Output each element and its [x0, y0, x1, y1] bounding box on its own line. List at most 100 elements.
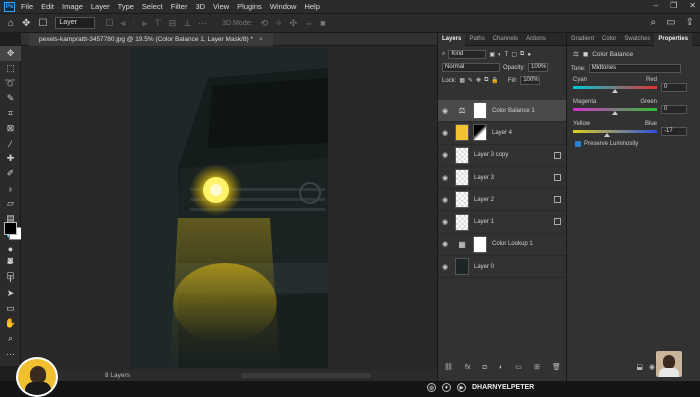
- eraser-tool-icon[interactable]: ▱: [0, 196, 21, 211]
- yellow-blue-value[interactable]: -17: [661, 127, 687, 136]
- tab-actions[interactable]: Actions: [522, 33, 550, 46]
- move-tool-icon[interactable]: ✥: [22, 18, 30, 29]
- add-mask-icon[interactable]: ◘: [483, 364, 487, 371]
- fill-field[interactable]: 100%: [520, 76, 541, 85]
- menu-type[interactable]: Type: [118, 2, 134, 11]
- menu-help[interactable]: Help: [304, 2, 319, 11]
- visibility-eye-icon[interactable]: ◉: [438, 129, 452, 137]
- foreground-color-swatch[interactable]: [4, 222, 17, 235]
- workspace-icon[interactable]: ▭: [666, 17, 675, 28]
- menu-window[interactable]: Window: [270, 2, 297, 11]
- document-canvas-image[interactable]: [130, 48, 328, 368]
- view-previous-icon[interactable]: ◉: [649, 363, 655, 371]
- align-top-icon[interactable]: ⊤: [154, 18, 162, 29]
- visibility-eye-icon[interactable]: ◉: [438, 151, 452, 159]
- menu-image[interactable]: Image: [62, 2, 83, 11]
- search-icon[interactable]: ⌕: [651, 17, 657, 28]
- eyedropper-tool-icon[interactable]: ⁄: [0, 136, 21, 151]
- 3d-camera-icon[interactable]: ■: [320, 18, 325, 28]
- marquee-tool-icon[interactable]: ⬚: [0, 61, 21, 76]
- trash-icon[interactable]: 🗑: [552, 363, 561, 371]
- close-document-icon[interactable]: ×: [259, 36, 263, 43]
- rectangle-tool-icon[interactable]: ▭: [0, 301, 21, 316]
- tab-swatches[interactable]: Swatches: [620, 33, 654, 46]
- filter-type-icon[interactable]: T: [505, 52, 509, 58]
- menu-3d[interactable]: 3D: [195, 2, 205, 11]
- lock-artboard-icon[interactable]: ⧉: [484, 77, 488, 84]
- layer-row[interactable]: ◉ Layer 1: [438, 211, 567, 234]
- new-adjustment-icon[interactable]: ◐: [499, 364, 503, 371]
- menu-file[interactable]: File: [21, 2, 33, 11]
- horizontal-scrollbar[interactable]: [241, 373, 371, 378]
- align-middle-icon[interactable]: ⊟: [169, 18, 177, 29]
- cyan-red-slider[interactable]: [573, 86, 657, 93]
- move-tool-icon[interactable]: ✥: [0, 46, 21, 61]
- filter-adjustment-icon[interactable]: ◐: [498, 52, 502, 58]
- align-center-icon[interactable]: ⫶: [133, 18, 135, 29]
- tone-dropdown[interactable]: Midtones: [588, 64, 681, 73]
- lock-paint-icon[interactable]: ✎: [468, 77, 473, 84]
- layer-row[interactable]: ◉ ⚖ Color Balance 1: [438, 100, 567, 123]
- lock-all-icon[interactable]: 🔒: [491, 77, 498, 84]
- clip-to-layer-icon[interactable]: ⬓: [636, 363, 643, 371]
- layer-row[interactable]: ◉ Layer 2: [438, 189, 567, 212]
- layer-mask-icon[interactable]: ◼: [583, 50, 588, 58]
- zoom-tool-icon[interactable]: ⌕: [0, 331, 21, 346]
- visibility-eye-icon[interactable]: ◉: [438, 240, 452, 248]
- visibility-eye-icon[interactable]: ◉: [438, 196, 452, 204]
- align-right-icon[interactable]: ⫸: [142, 18, 147, 29]
- visibility-eye-icon[interactable]: ◉: [438, 218, 452, 226]
- brush-tool-icon[interactable]: ✐: [0, 166, 21, 181]
- frame-tool-icon[interactable]: ⊠: [0, 121, 21, 136]
- layer-row[interactable]: ◉ Layer 3: [438, 167, 567, 190]
- layer-row[interactable]: ◉ Layer 0: [438, 256, 567, 279]
- menu-edit[interactable]: Edit: [41, 2, 54, 11]
- layer-row[interactable]: ◉ Layer 4: [438, 122, 567, 145]
- preserve-luminosity-checkbox[interactable]: [575, 141, 581, 147]
- filter-toggle-icon[interactable]: ●: [527, 52, 531, 58]
- magenta-green-slider[interactable]: [573, 108, 657, 115]
- lock-pixels-icon[interactable]: ▦: [459, 77, 465, 84]
- visibility-eye-icon[interactable]: ◉: [438, 174, 452, 182]
- tab-layers[interactable]: Layers: [438, 32, 466, 46]
- healing-brush-tool-icon[interactable]: ✚: [0, 151, 21, 166]
- home-icon[interactable]: ⌂: [8, 18, 14, 29]
- tab-properties[interactable]: Properties: [654, 32, 693, 46]
- slider-thumb[interactable]: [612, 111, 618, 115]
- align-bottom-icon[interactable]: ⊥: [183, 18, 191, 29]
- layer-mask-thumbnail[interactable]: [473, 102, 487, 120]
- document-tab[interactable]: pexels-kamprattt-3457780.jpg @ 19.5% (Co…: [29, 33, 273, 46]
- 3d-pan-icon[interactable]: ✣: [290, 18, 298, 29]
- layer-mask-thumbnail[interactable]: [473, 124, 487, 142]
- menu-filter[interactable]: Filter: [171, 2, 188, 11]
- transform-controls-icon[interactable]: ☐: [105, 18, 113, 29]
- link-icon[interactable]: ⛓: [444, 363, 453, 371]
- tab-gradient[interactable]: Gradient: [567, 33, 598, 46]
- screen-mode-icon[interactable]: ▢: [0, 268, 21, 283]
- checkbox-auto-select-icon[interactable]: ☐: [38, 18, 47, 29]
- magenta-green-value[interactable]: 0: [661, 105, 687, 114]
- tab-paths[interactable]: Paths: [465, 33, 488, 46]
- share-icon[interactable]: ⇪: [686, 17, 694, 28]
- tab-color[interactable]: Color: [598, 33, 620, 46]
- quick-mask-icon[interactable]: ◙: [0, 252, 21, 267]
- visibility-eye-icon[interactable]: ◉: [438, 107, 452, 115]
- menu-view[interactable]: View: [213, 2, 229, 11]
- slider-thumb[interactable]: [604, 133, 611, 137]
- menu-plugins[interactable]: Plugins: [237, 2, 262, 11]
- filter-pixel-icon[interactable]: ▣: [489, 51, 495, 58]
- menu-select[interactable]: Select: [142, 2, 163, 11]
- crop-tool-icon[interactable]: ⌗: [0, 106, 21, 121]
- slider-thumb[interactable]: [612, 89, 618, 93]
- visibility-eye-icon[interactable]: ◉: [438, 263, 452, 271]
- yellow-blue-slider[interactable]: [573, 130, 657, 137]
- cyan-red-value[interactable]: 0: [661, 83, 687, 92]
- blend-mode-dropdown[interactable]: Normal: [442, 63, 500, 72]
- more-options-icon[interactable]: ···: [198, 18, 207, 28]
- clone-stamp-tool-icon[interactable]: ♁: [0, 181, 21, 196]
- menu-layer[interactable]: Layer: [91, 2, 110, 11]
- 3d-roll-icon[interactable]: ✧: [275, 18, 283, 29]
- layer-mask-thumbnail[interactable]: [473, 235, 487, 253]
- new-group-icon[interactable]: ▭: [515, 363, 522, 371]
- 3d-slide-icon[interactable]: ⇔: [304, 18, 313, 28]
